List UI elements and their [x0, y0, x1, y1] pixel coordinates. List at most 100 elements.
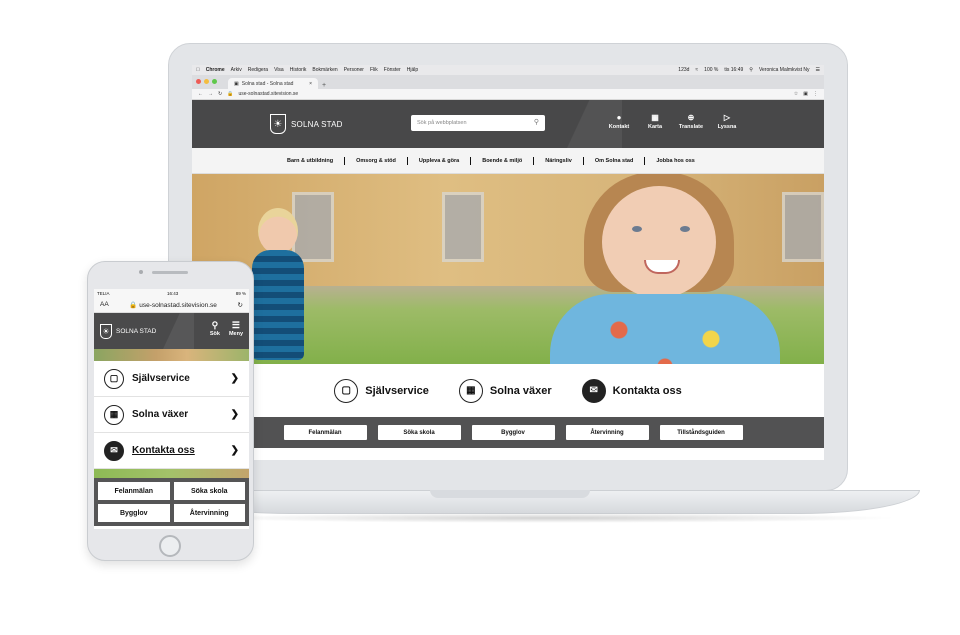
- envelope-icon: ✉: [581, 378, 606, 403]
- hero-window: [442, 192, 484, 262]
- menu-flik[interactable]: Flik: [370, 67, 378, 73]
- site-search-input[interactable]: Sök på webbplatsen ⚲: [411, 115, 545, 131]
- quick-link-solna-vaxer[interactable]: ▦ Solna växer: [458, 378, 552, 403]
- menu-personer[interactable]: Personer: [344, 67, 364, 73]
- nav-naringsliv[interactable]: Näringsliv: [534, 158, 583, 164]
- hamburger-icon: ☰: [231, 320, 240, 330]
- phone-camera: [139, 270, 143, 274]
- phone-item-sjalvservice[interactable]: ▢ Självservice ❯: [94, 361, 249, 397]
- envelope-icon: ✉: [104, 440, 124, 461]
- carrier-label: TELIA: [97, 290, 110, 296]
- nav-om-solna-stad[interactable]: Om Solna stad: [584, 158, 645, 164]
- crest-sun-icon: ☀: [270, 114, 286, 134]
- speaker-icon: ▷: [723, 113, 731, 122]
- crest-sun-icon[interactable]: ☀: [100, 323, 112, 339]
- user-name[interactable]: Veronica Malmkvist Ny: [759, 67, 810, 73]
- tillstandsguiden-button[interactable]: Tillståndsguiden: [659, 425, 743, 440]
- menu-status-area: 123d ≈ 100 % tis 16:49 ⚲ Veronica Malmkv…: [678, 67, 820, 73]
- favicon-icon: ▣: [234, 81, 239, 87]
- soka-skola-button[interactable]: Söka skola: [377, 425, 461, 440]
- bygglov-button[interactable]: Bygglov: [471, 425, 555, 440]
- forward-icon[interactable]: →: [208, 91, 213, 97]
- clock[interactable]: tis 16:49: [724, 67, 743, 73]
- quick-links: ▢ Självservice ▦ Solna växer ✉ Kontakta …: [192, 364, 824, 417]
- header-icon-links: ● Kontakt ▦ Karta ⊕ Translate ▷ Lyssna: [607, 113, 739, 131]
- nav-uppleva-gora[interactable]: Uppleva & göra: [408, 158, 470, 164]
- phone-item-kontakta-oss[interactable]: ✉ Kontakta oss ❯: [94, 433, 249, 469]
- header-link-lyssna[interactable]: ▷ Lyssna: [715, 113, 739, 131]
- url-field[interactable]: use-solnastad.sitevision.se: [238, 91, 788, 97]
- phone-item-label: Självservice: [132, 373, 190, 384]
- chevron-right-icon: ❯: [230, 373, 239, 384]
- apple-icon[interactable]: : [196, 67, 200, 73]
- soka-skola-button[interactable]: Söka skola: [173, 482, 245, 500]
- header-link-label: Karta: [647, 124, 663, 130]
- phone-lawn-strip: [94, 469, 249, 478]
- phone-search-button[interactable]: ⚲ Sök: [210, 320, 220, 337]
- phone-item-solna-vaxer[interactable]: ▦ Solna växer ❯: [94, 397, 249, 433]
- header-link-karta[interactable]: ▦ Karta: [643, 114, 667, 131]
- maximize-window-icon[interactable]: [212, 79, 217, 84]
- phone-brand[interactable]: SOLNA STAD: [116, 328, 156, 335]
- reload-icon[interactable]: ↻: [238, 301, 243, 309]
- phone-status-bar: TELIA 16:43 89 %: [94, 289, 249, 297]
- search-icon[interactable]: ⚲: [749, 67, 753, 73]
- site-brand: SOLNA STAD: [291, 119, 343, 129]
- menu-hjalp[interactable]: Hjälp: [407, 67, 418, 73]
- child-head: [258, 208, 298, 254]
- nav-barn-utbildning[interactable]: Barn & utbildning: [276, 158, 344, 164]
- extension-icon[interactable]: ▣: [803, 91, 808, 97]
- close-tab-icon[interactable]: ×: [309, 81, 312, 87]
- browser-tab[interactable]: ▣ Solna stad - Solna stad ×: [228, 78, 318, 89]
- girl-eye: [632, 226, 642, 232]
- menu-redigera[interactable]: Redigera: [248, 67, 268, 73]
- service-buttons: Felanmälan Söka skola Bygglov Återvinnin…: [192, 417, 824, 448]
- quick-link-kontakta-oss[interactable]: ✉ Kontakta oss: [581, 378, 682, 403]
- menu-historik[interactable]: Historik: [290, 67, 307, 73]
- text-size-button[interactable]: AA: [100, 301, 109, 308]
- search-placeholder: Sök på webbplatsen: [417, 120, 467, 126]
- bygglov-button[interactable]: Bygglov: [98, 504, 170, 522]
- new-tab-icon[interactable]: +: [322, 82, 326, 89]
- nav-omsorg-stod[interactable]: Omsorg & stöd: [345, 158, 407, 164]
- atervinning-button[interactable]: Återvinning: [173, 504, 245, 522]
- phone-url-field[interactable]: 🔒 use-solnastad.sitevision.se: [115, 301, 232, 309]
- menu-fonster[interactable]: Fönster: [384, 67, 401, 73]
- menu-list-icon[interactable]: ☰: [816, 67, 820, 73]
- browser-menu-icon[interactable]: ⋮: [813, 91, 818, 97]
- phone-menu-label: Meny: [228, 331, 243, 337]
- quick-link-label: Kontakta oss: [612, 384, 682, 397]
- nav-boende-miljo[interactable]: Boende & miljö: [471, 158, 533, 164]
- felanmalan-button[interactable]: Felanmälan: [98, 482, 170, 500]
- globe-icon: ⊕: [687, 113, 695, 122]
- lock-icon: 🔒: [227, 91, 234, 97]
- child-body: [252, 250, 304, 360]
- back-icon[interactable]: ←: [198, 91, 203, 97]
- menu-chrome[interactable]: Chrome: [206, 67, 225, 73]
- quick-link-label: Självservice: [365, 384, 429, 397]
- phone-menu-button[interactable]: ☰ Meny: [229, 320, 243, 337]
- menu-visa[interactable]: Visa: [274, 67, 284, 73]
- wifi-icon[interactable]: ≈: [695, 67, 698, 73]
- reload-icon[interactable]: ↻: [218, 91, 222, 97]
- menu-bokmarken[interactable]: Bokmärken: [312, 67, 337, 73]
- girl-eye: [680, 226, 690, 232]
- felanmalan-button[interactable]: Felanmälan: [283, 425, 367, 440]
- close-window-icon[interactable]: [196, 79, 201, 84]
- bookmark-star-icon[interactable]: ☆: [794, 91, 798, 97]
- phone-screen: TELIA 16:43 89 % AA 🔒 use-solnastad.site…: [94, 289, 249, 529]
- atervinning-button[interactable]: Återvinning: [565, 425, 649, 440]
- battery-status[interactable]: 100 %: [704, 67, 718, 73]
- phone-home-button[interactable]: [159, 535, 181, 557]
- header-link-translate[interactable]: ⊕ Translate: [679, 113, 703, 131]
- site-logo[interactable]: ☀ SOLNA STAD: [270, 114, 343, 134]
- quick-link-sjalvservice[interactable]: ▢ Självservice: [334, 378, 429, 403]
- header-link-kontakt[interactable]: ● Kontakt: [607, 114, 631, 131]
- address-bar: ← → ↻ 🔒 use-solnastad.sitevision.se ☆ ▣ …: [192, 89, 824, 100]
- nav-jobba-hos-oss[interactable]: Jobba hos oss: [645, 158, 706, 164]
- menu-arkiv[interactable]: Arkiv: [231, 67, 242, 73]
- search-icon[interactable]: ⚲: [534, 119, 539, 126]
- phone-item-label: Kontakta oss: [132, 445, 195, 456]
- phone-url: use-solnastad.sitevision.se: [139, 301, 217, 309]
- minimize-window-icon[interactable]: [204, 79, 209, 84]
